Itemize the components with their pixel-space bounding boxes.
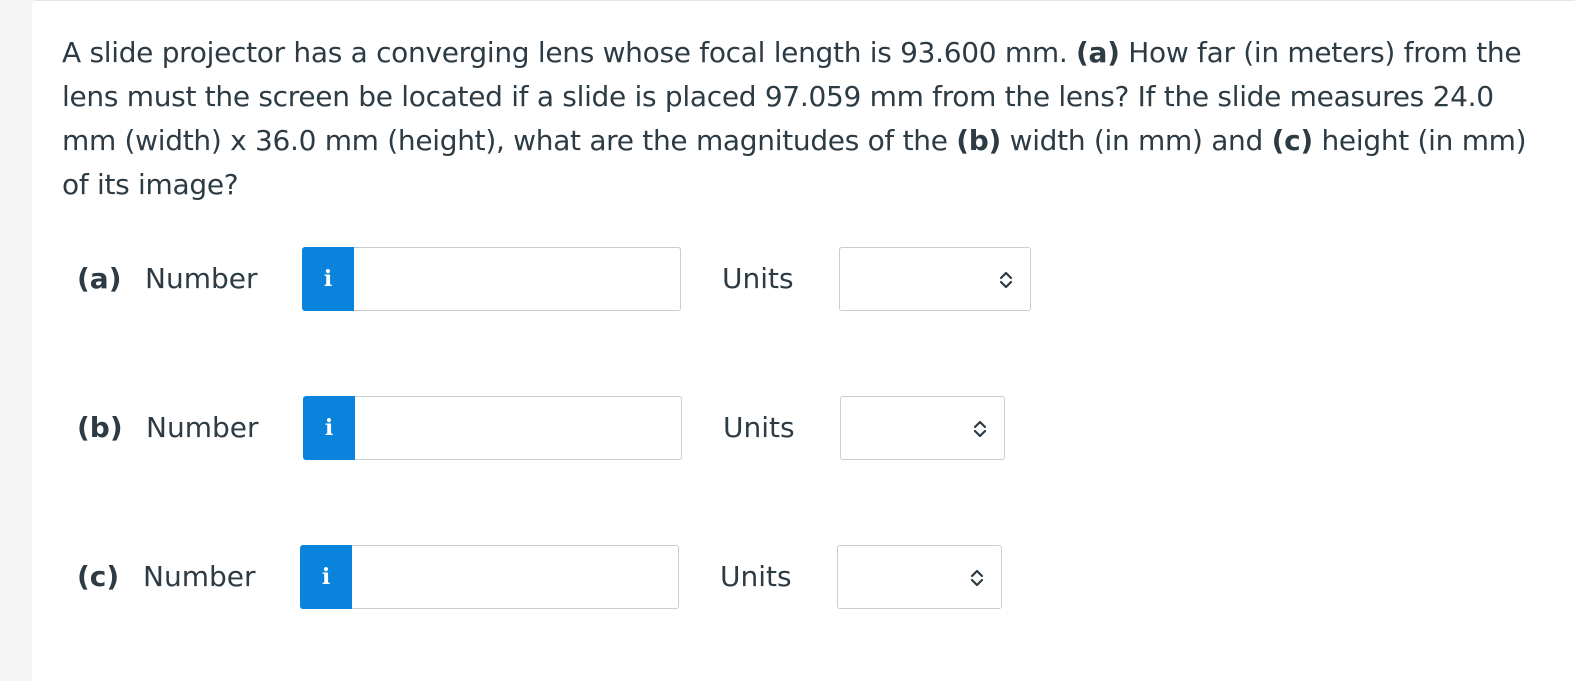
info-icon: i	[323, 266, 333, 292]
info-icon: i	[324, 415, 334, 441]
info-button-a[interactable]: i	[302, 247, 354, 311]
part-label-c: (c)	[77, 560, 120, 593]
units-select-a[interactable]	[839, 247, 1031, 311]
info-button-c[interactable]: i	[300, 545, 352, 609]
question-text-segment: width (in mm) and	[1001, 124, 1272, 157]
units-select-b[interactable]	[840, 396, 1005, 460]
info-icon: i	[321, 564, 331, 590]
units-label-a: Units	[722, 262, 794, 295]
number-input-b[interactable]	[355, 396, 682, 460]
part-label-a: (a)	[77, 262, 122, 295]
units-select-c[interactable]	[837, 545, 1002, 609]
part-a-marker: (a)	[1076, 36, 1120, 69]
part-label-b: (b)	[77, 411, 123, 444]
chevron-up-down-icon	[998, 268, 1014, 292]
question-card: A slide projector has a converging lens …	[32, 0, 1575, 681]
number-label-c: Number	[143, 560, 256, 593]
answer-row-a: (a) Number i Units	[32, 247, 1132, 313]
number-label-a: Number	[145, 262, 258, 295]
question-text: A slide projector has a converging lens …	[62, 31, 1532, 207]
info-button-b[interactable]: i	[303, 396, 355, 460]
part-c-marker: (c)	[1271, 124, 1314, 157]
chevron-up-down-icon	[969, 566, 985, 590]
answer-row-c: (c) Number i Units	[32, 545, 1132, 611]
number-input-c[interactable]	[352, 545, 679, 609]
answer-row-b: (b) Number i Units	[32, 396, 1132, 462]
part-b-marker: (b)	[956, 124, 1001, 157]
units-label-b: Units	[723, 411, 795, 444]
number-label-b: Number	[146, 411, 259, 444]
question-text-segment: A slide projector has a converging lens …	[62, 36, 1077, 69]
number-input-a[interactable]	[354, 247, 681, 311]
units-label-c: Units	[720, 560, 792, 593]
chevron-up-down-icon	[972, 417, 988, 441]
